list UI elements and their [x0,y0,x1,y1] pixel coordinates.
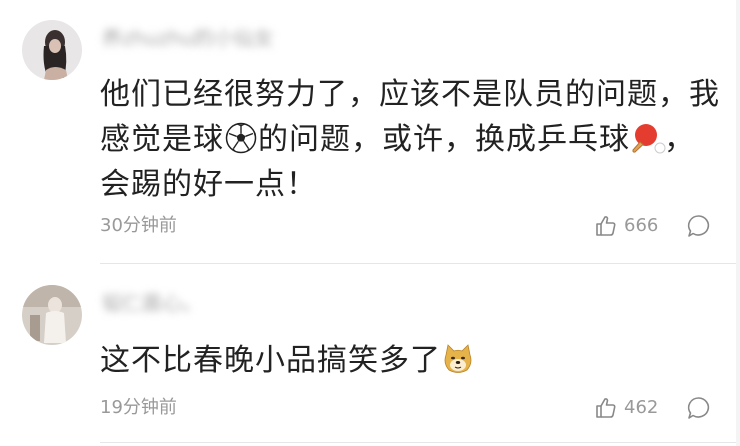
comment-text: 他们已经很努力了，应该不是队员的问题，我感觉是球 的问题，或许，换成乒乓球 ，会踢的… [100,77,720,202]
comment-item: 韬仁晨心。 这不比春晚小品搞笑多了 19分钟前 462 [0,264,740,446]
comment-time: 19分钟前 [100,397,177,418]
comment-text: 这不比春晚小品搞笑多了 [100,338,720,383]
username[interactable]: 养zhuzhu的小仙女 [102,24,274,52]
reply-button[interactable] [686,213,712,239]
ping-pong-icon [631,122,666,154]
avatar[interactable] [22,285,82,345]
thumbs-up-icon [596,398,616,418]
reply-button[interactable] [686,395,712,421]
like-button[interactable]: 666 [594,214,658,238]
avatar[interactable] [22,20,82,80]
username[interactable]: 韬仁晨心。 [102,289,202,317]
avatar-image [22,20,82,80]
comment-time: 30分钟前 [100,215,177,236]
thumbs-up-icon [596,216,616,236]
doge-icon [442,343,474,375]
soccer-ball-icon [225,122,257,154]
comment-item: 养zhuzhu的小仙女 他们已经很努力了，应该不是队员的问题，我感觉是球 的问题，… [0,0,740,264]
comment-bubble-icon [687,215,710,237]
scrollbar[interactable] [736,0,740,446]
avatar-image [22,285,82,345]
like-count: 666 [624,215,659,236]
like-button[interactable]: 462 [594,396,658,420]
comment-bubble-icon [687,397,710,419]
comment-list: 养zhuzhu的小仙女 他们已经很努力了，应该不是队员的问题，我感觉是球 的问题，… [0,0,740,446]
like-count: 462 [624,397,659,418]
divider [100,442,740,443]
